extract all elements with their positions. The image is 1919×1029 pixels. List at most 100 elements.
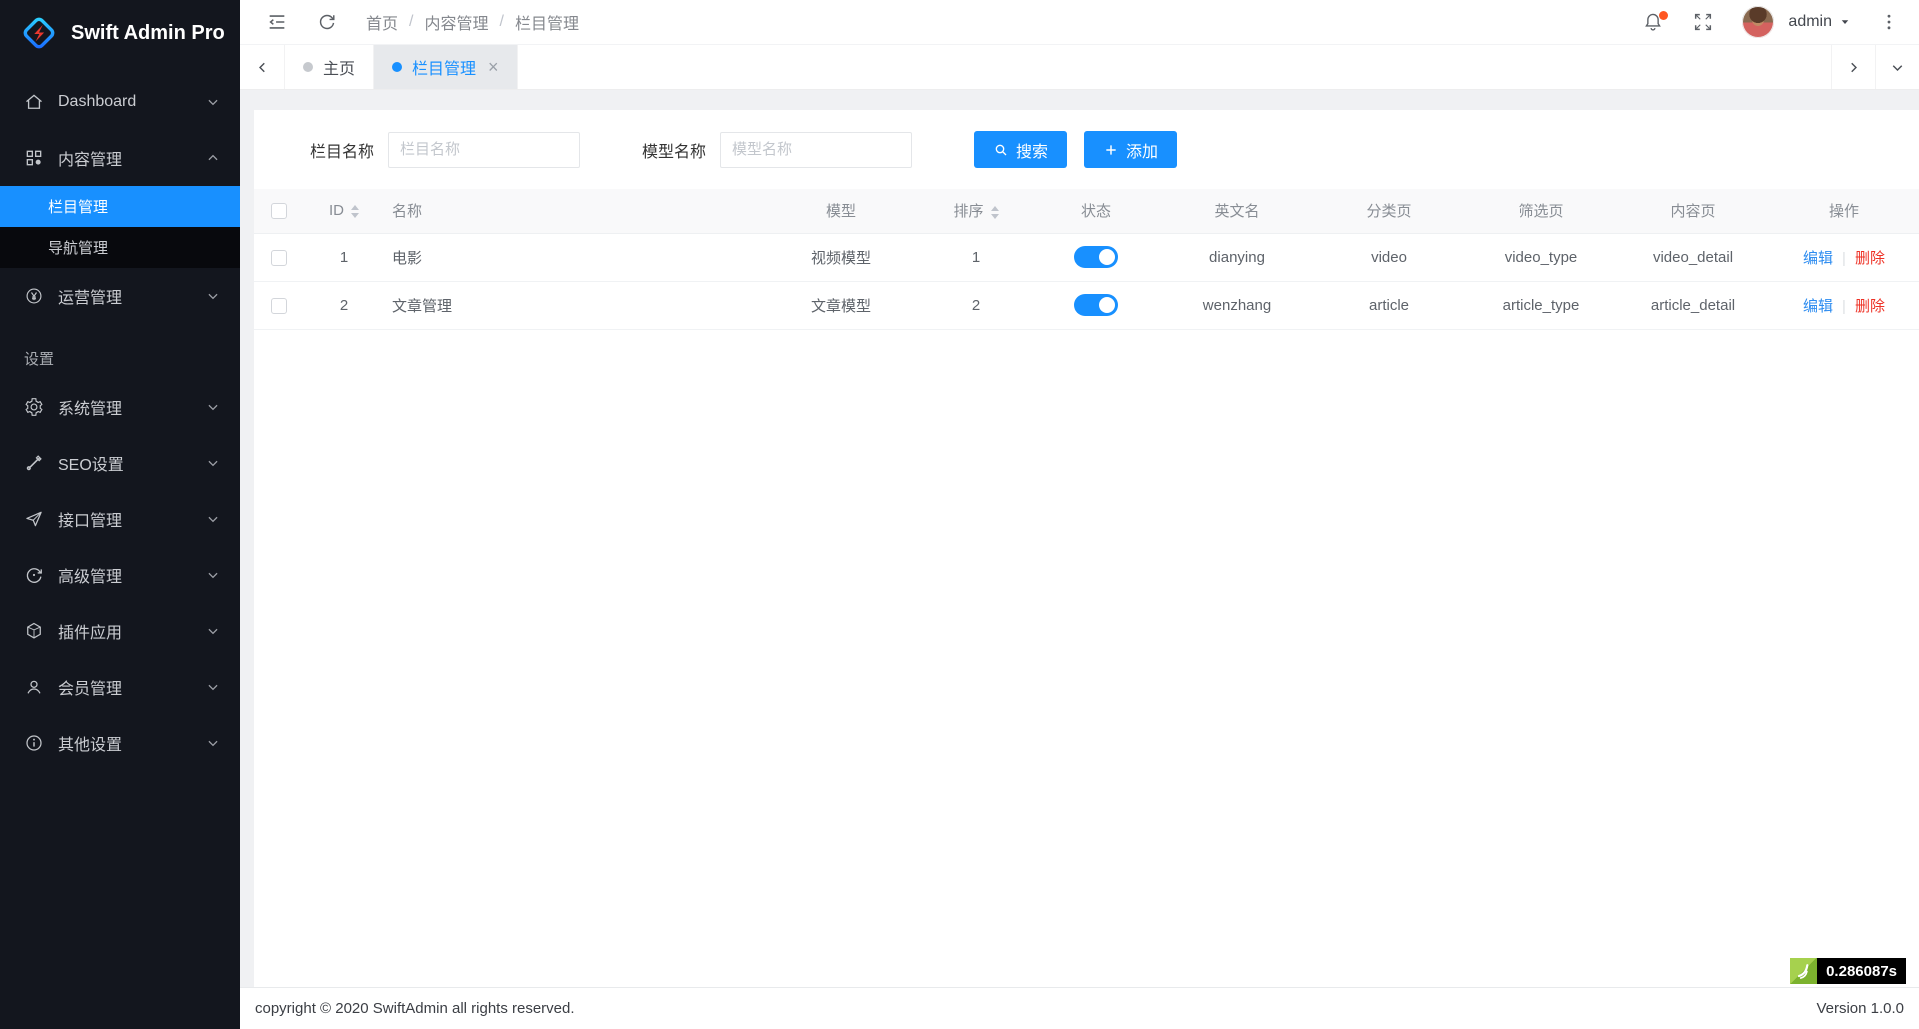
user-icon bbox=[24, 677, 44, 697]
column-header[interactable]: 名称 bbox=[384, 189, 761, 233]
sidebar: Swift Admin Pro Dashboard 内容管理 栏目管理导航管理 … bbox=[0, 0, 240, 1029]
tab-dot-icon bbox=[303, 62, 313, 72]
chevron-down-icon bbox=[206, 95, 220, 109]
username: admin bbox=[1788, 13, 1832, 31]
fullscreen-icon[interactable] bbox=[1692, 11, 1714, 33]
chevron-up-icon bbox=[206, 151, 220, 165]
table-row: 1 电影 视频模型 1 dianying video video_type vi… bbox=[254, 233, 1919, 281]
status-toggle[interactable] bbox=[1074, 294, 1118, 316]
cell-name: 电影 bbox=[384, 233, 761, 281]
version-text: Version 1.0.0 bbox=[1816, 1000, 1904, 1017]
footer: copyright © 2020 SwiftAdmin all rights r… bbox=[240, 987, 1919, 1029]
tabbar-right bbox=[1831, 45, 1919, 89]
filter-label: 模型名称 bbox=[642, 138, 706, 162]
row-checkbox[interactable] bbox=[271, 298, 287, 314]
table-header-row: ID名称模型排序状态英文名分类页筛选页内容页操作 bbox=[254, 189, 1919, 233]
sidebar-item-api[interactable]: 接口管理 bbox=[0, 491, 240, 547]
column-header[interactable]: 状态 bbox=[1031, 189, 1161, 233]
sidebar-submenu: 栏目管理导航管理 bbox=[0, 186, 240, 268]
avatar[interactable] bbox=[1742, 6, 1774, 38]
app-window: Swift Admin Pro Dashboard 内容管理 栏目管理导航管理 … bbox=[0, 0, 1919, 1029]
more-vertical-icon[interactable] bbox=[1879, 12, 1899, 32]
filter-label: 栏目名称 bbox=[310, 138, 374, 162]
column-header[interactable]: 英文名 bbox=[1161, 189, 1313, 233]
breadcrumb-item[interactable]: 首页 bbox=[366, 10, 398, 34]
paper-plane-icon bbox=[24, 509, 44, 529]
cell-actions: 编辑|删除 bbox=[1769, 281, 1919, 329]
tabs-scroll-left-icon[interactable] bbox=[240, 45, 284, 89]
select-all-checkbox[interactable] bbox=[271, 203, 287, 219]
chevron-down-icon bbox=[206, 400, 220, 414]
sidebar-item-plugin[interactable]: 插件应用 bbox=[0, 603, 240, 659]
row-checkbox[interactable] bbox=[271, 250, 287, 266]
delete-link[interactable]: 删除 bbox=[1855, 298, 1885, 315]
sidebar-item-system[interactable]: 系统管理 bbox=[0, 379, 240, 435]
chevron-down-icon bbox=[206, 680, 220, 694]
logo[interactable]: Swift Admin Pro bbox=[0, 0, 240, 66]
user-menu[interactable]: admin bbox=[1788, 13, 1851, 31]
sidebar-section-settings-section: 设置 bbox=[0, 324, 240, 379]
sort-icon[interactable] bbox=[991, 206, 999, 219]
breadcrumb-separator: / bbox=[409, 13, 413, 31]
filter-field: 模型名称 bbox=[642, 132, 912, 168]
chevron-down-icon bbox=[206, 624, 220, 638]
breadcrumb-separator: / bbox=[499, 13, 503, 31]
collapse-icon[interactable] bbox=[266, 11, 288, 33]
cell-model: 视频模型 bbox=[761, 233, 921, 281]
caret-down-icon bbox=[1839, 16, 1851, 28]
chevron-down-icon bbox=[206, 568, 220, 582]
refresh-icon[interactable] bbox=[316, 11, 338, 33]
cell-category-page: video bbox=[1313, 233, 1465, 281]
tabs-menu-icon[interactable] bbox=[1875, 45, 1919, 89]
tab[interactable]: 栏目管理 × bbox=[374, 45, 518, 89]
cell-sort: 1 bbox=[921, 233, 1031, 281]
column-header[interactable]: 操作 bbox=[1769, 189, 1919, 233]
column-header[interactable]: 内容页 bbox=[1617, 189, 1769, 233]
cell-status bbox=[1031, 233, 1161, 281]
tabs-scroll-right-icon[interactable] bbox=[1831, 45, 1875, 89]
cell-category-page: article bbox=[1313, 281, 1465, 329]
edit-link[interactable]: 编辑 bbox=[1803, 250, 1833, 267]
chevron-down-icon bbox=[206, 289, 220, 303]
sidebar-item-operation[interactable]: 运营管理 bbox=[0, 268, 240, 324]
table-row: 2 文章管理 文章模型 2 wenzhang article article_t… bbox=[254, 281, 1919, 329]
column-header[interactable]: 模型 bbox=[761, 189, 921, 233]
sort-icon[interactable] bbox=[351, 205, 359, 218]
column-header[interactable]: ID bbox=[304, 189, 384, 233]
grid-icon bbox=[24, 148, 44, 168]
column-header[interactable]: 排序 bbox=[921, 189, 1031, 233]
sidebar-item-advanced[interactable]: 高级管理 bbox=[0, 547, 240, 603]
sidebar-item-seo[interactable]: SEO设置 bbox=[0, 435, 240, 491]
tab-close-icon[interactable]: × bbox=[488, 58, 499, 76]
sidebar-subitem-column[interactable]: 栏目管理 bbox=[0, 186, 240, 227]
status-toggle[interactable] bbox=[1074, 246, 1118, 268]
sidebar-subitem-navigation[interactable]: 导航管理 bbox=[0, 227, 240, 268]
cell-actions: 编辑|删除 bbox=[1769, 233, 1919, 281]
sidebar-item-other[interactable]: 其他设置 bbox=[0, 715, 240, 771]
tab-bar: 主页 栏目管理 × bbox=[240, 45, 1919, 90]
tabs: 主页 栏目管理 × bbox=[284, 45, 518, 89]
search-icon bbox=[993, 142, 1009, 158]
sidebar-item-content[interactable]: 内容管理 bbox=[0, 130, 240, 186]
breadcrumb-item[interactable]: 内容管理 bbox=[424, 10, 488, 34]
sidebar-item-dashboard[interactable]: Dashboard bbox=[0, 74, 240, 130]
bell-icon[interactable] bbox=[1642, 11, 1664, 33]
notification-dot bbox=[1659, 11, 1668, 20]
sidebar-item-member[interactable]: 会员管理 bbox=[0, 659, 240, 715]
edit-link[interactable]: 编辑 bbox=[1803, 298, 1833, 315]
filter-input[interactable] bbox=[388, 132, 580, 168]
breadcrumb-item[interactable]: 栏目管理 bbox=[515, 10, 579, 34]
search-button[interactable]: 搜索 bbox=[974, 131, 1067, 168]
column-header[interactable]: 筛选页 bbox=[1465, 189, 1617, 233]
tab[interactable]: 主页 bbox=[285, 45, 374, 89]
cell-filter-page: article_type bbox=[1465, 281, 1617, 329]
main-column: 首页/内容管理/栏目管理 admin 主页 栏目 bbox=[240, 0, 1919, 1029]
filter-input[interactable] bbox=[720, 132, 912, 168]
add-button[interactable]: 添加 bbox=[1084, 131, 1177, 168]
yen-circle-icon bbox=[24, 286, 44, 306]
cell-id: 2 bbox=[304, 281, 384, 329]
column-header[interactable]: 分类页 bbox=[1313, 189, 1465, 233]
chevron-down-icon bbox=[206, 512, 220, 526]
delete-link[interactable]: 删除 bbox=[1855, 250, 1885, 267]
tools-icon bbox=[24, 453, 44, 473]
